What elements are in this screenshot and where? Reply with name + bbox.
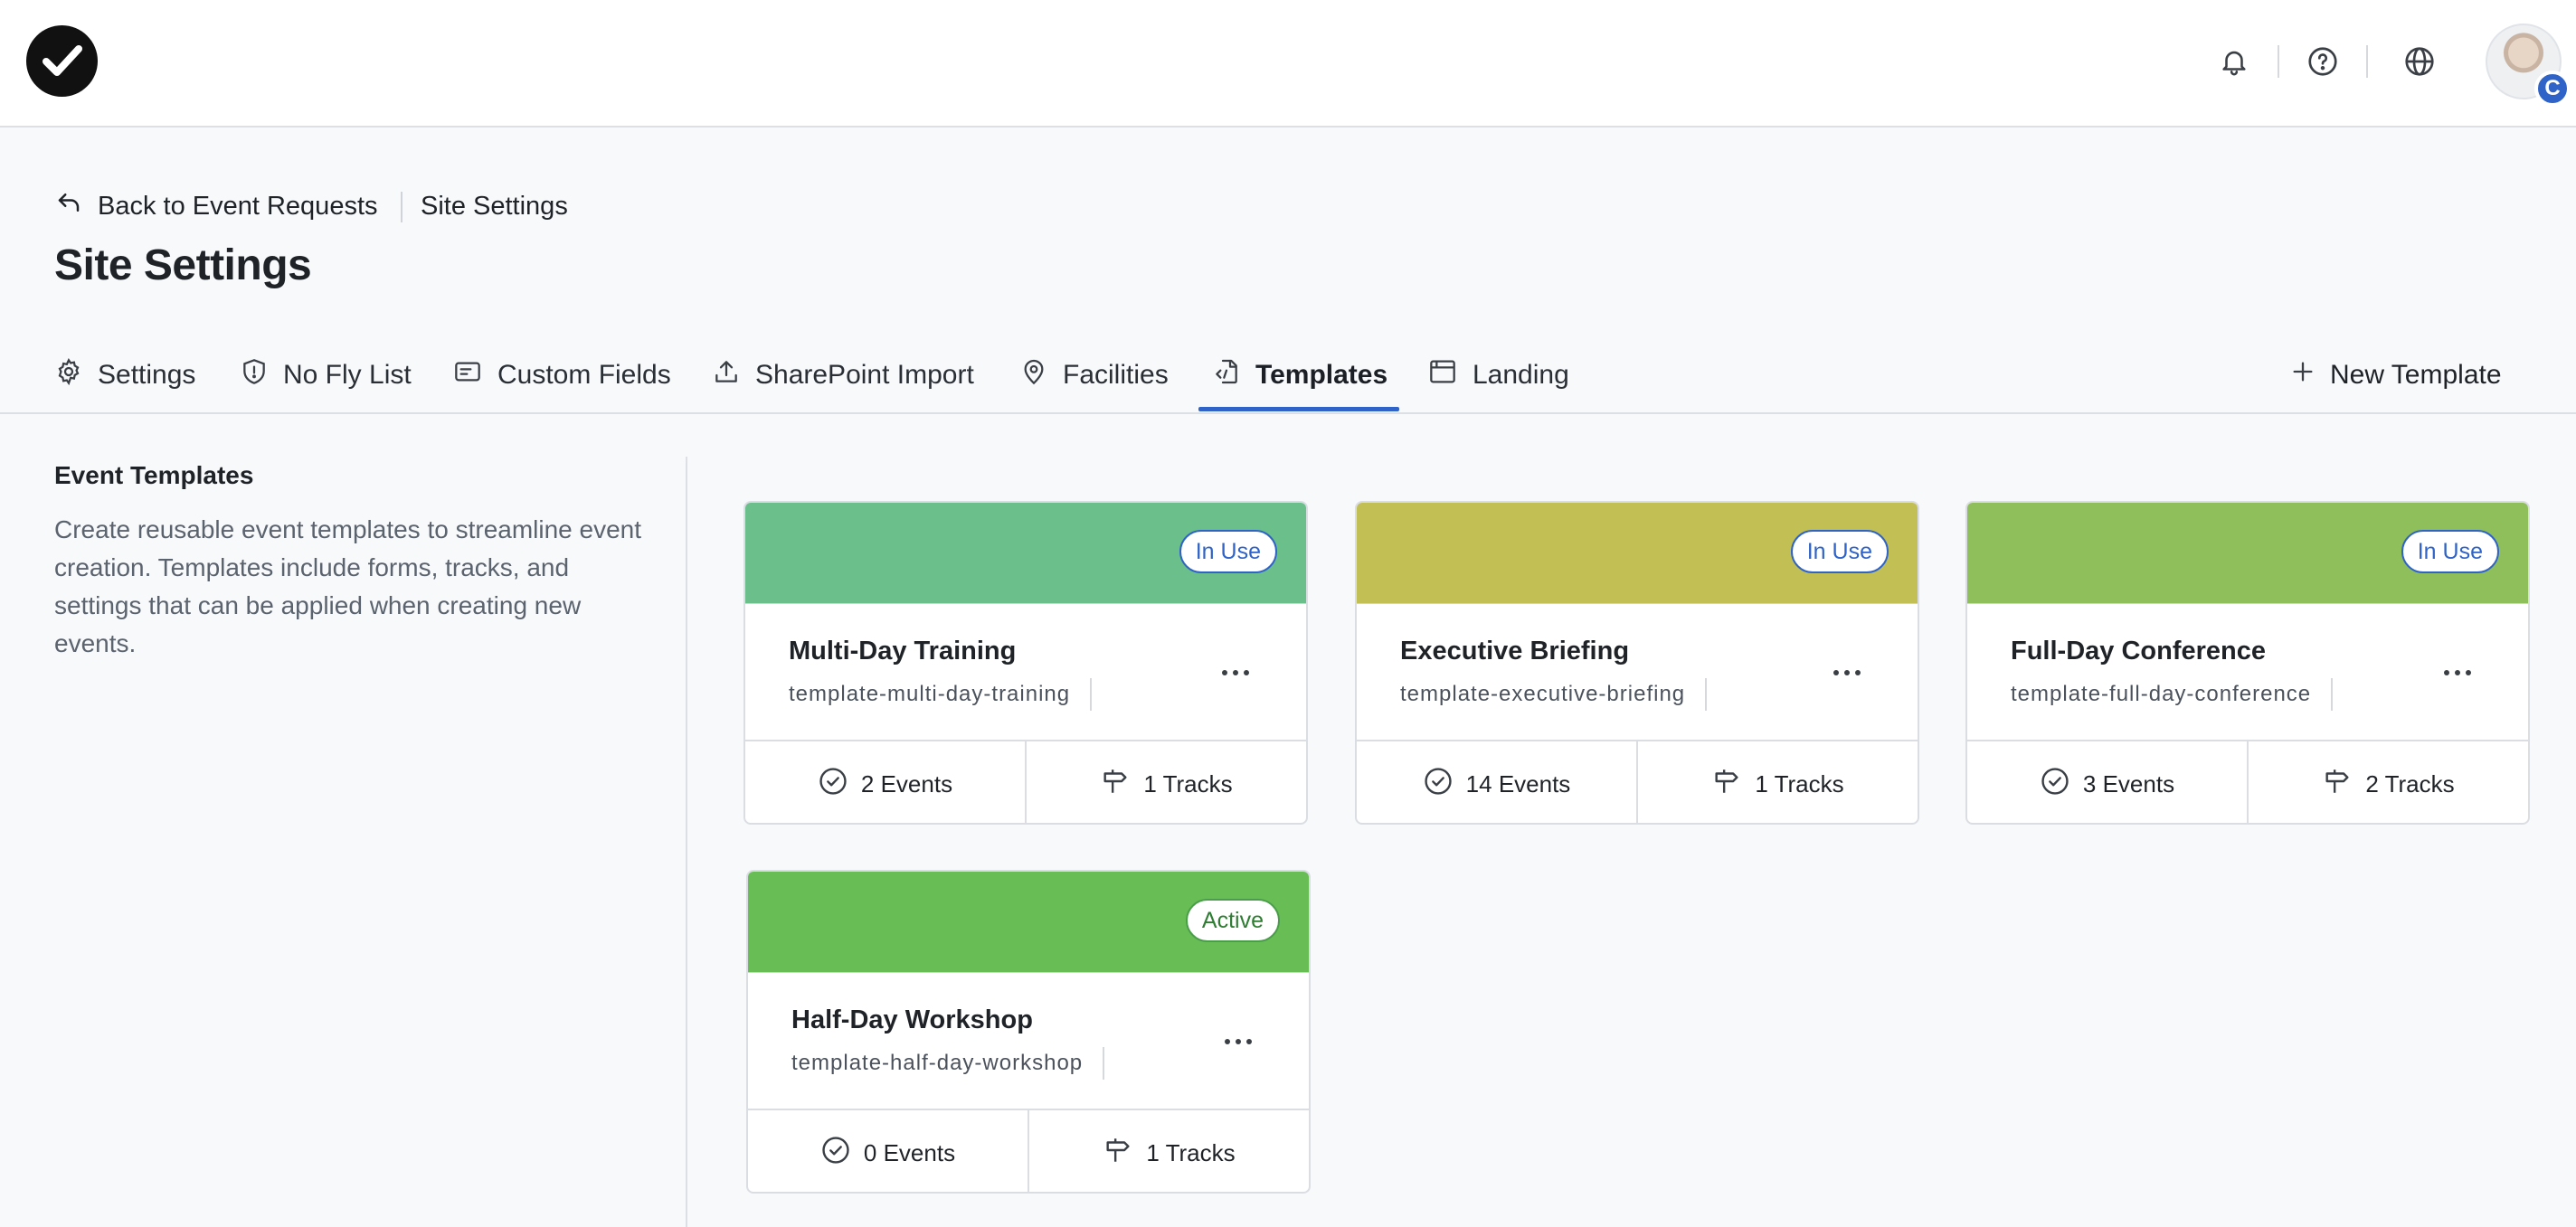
events-stat: 3 Events [1967,741,2247,823]
events-count: 2 Events [860,769,953,798]
template-name: Multi-Day Training [789,637,1017,665]
globe-icon[interactable] [2398,40,2441,83]
events-stat: 14 Events [1357,741,1636,823]
tab-no-fly-list[interactable]: No Fly List [240,335,412,414]
template-card[interactable]: In Use Executive Briefing template-execu… [1355,501,1919,825]
help-circle-icon[interactable] [2301,40,2344,83]
active-tab-indicator [1198,407,1399,411]
tab-label: Landing [1473,359,1569,390]
form-field-icon [452,357,483,393]
signpost-icon [2322,766,2353,803]
events-count: 0 Events [863,1138,956,1166]
header-divider [2366,45,2368,78]
back-to-event-requests-link[interactable]: Back to Event Requests [54,188,378,224]
back-link-label: Back to Event Requests [98,191,378,221]
check-circle-icon [2040,766,2070,803]
browser-window-icon [1427,357,1458,393]
tab-label: Templates [1255,359,1388,390]
checkmark-logo-icon[interactable] [26,25,98,97]
avatar-badge: C [2534,71,2571,107]
signpost-icon [1711,766,1742,803]
tab-label: SharePoint Import [755,359,974,390]
tab-label: Facilities [1063,359,1169,390]
map-pin-icon [1019,357,1048,393]
status-badge: In Use [2401,530,2499,573]
status-badge: Active [1185,899,1280,942]
check-circle-icon [1423,766,1454,803]
card-stats: 3 Events 2 Tracks [1967,740,2528,823]
tracks-count: 2 Tracks [2365,769,2455,798]
page-title: Site Settings [54,241,312,289]
tab-templates[interactable]: Templates [1212,335,1387,414]
events-stat: 0 Events [748,1110,1028,1192]
more-options-button[interactable] [1213,1025,1264,1058]
tab-label: Custom Fields [497,359,671,390]
tab-label: Settings [98,359,196,390]
card-stats: 14 Events 1 Tracks [1357,740,1918,823]
plus-icon [2290,359,2316,392]
card-stats: 0 Events 1 Tracks [748,1109,1309,1192]
settings-tabs: Settings No Fly List Custom Fields Share… [0,335,2576,414]
tracks-stat: 2 Tracks [2247,741,2528,823]
card-stats: 2 Events 1 Tracks [745,740,1306,823]
tracks-stat: 1 Tracks [1636,741,1918,823]
template-slug: template-half-day-workshop [791,1047,1105,1080]
template-slug: template-multi-day-training [789,678,1093,711]
tracks-count: 1 Tracks [1146,1138,1236,1166]
template-card[interactable]: In Use Full-Day Conference template-full… [1965,501,2530,825]
signpost-icon [1100,766,1131,803]
template-name: Full-Day Conference [2011,637,2266,665]
template-name: Half-Day Workshop [791,1005,1033,1034]
tracks-count: 1 Tracks [1143,769,1233,798]
more-options-button[interactable] [1822,656,1872,689]
vertical-divider [686,457,687,1227]
tracks-count: 1 Tracks [1755,769,1844,798]
breadcrumb-current: Site Settings [421,192,568,221]
template-slug: template-full-day-conference [2011,678,2334,711]
events-stat: 2 Events [745,741,1025,823]
tracks-stat: 1 Tracks [1028,1110,1309,1192]
template-card[interactable]: Active Half-Day Workshop template-half-d… [746,870,1311,1194]
tab-label: No Fly List [283,359,412,390]
section-title: Event Templates [54,461,254,489]
bell-icon[interactable] [2212,40,2256,83]
back-arrow-icon [54,189,83,223]
breadcrumb-divider [401,192,402,222]
header-divider [2278,45,2279,78]
tracks-stat: 1 Tracks [1025,741,1306,823]
tab-facilities[interactable]: Facilities [1019,335,1169,414]
shield-alert-icon [240,357,269,393]
gear-icon [54,357,83,393]
tab-landing[interactable]: Landing [1427,335,1569,414]
events-count: 14 Events [1465,769,1571,798]
upload-icon [712,357,741,393]
tab-custom-fields[interactable]: Custom Fields [452,335,671,414]
more-options-button[interactable] [2432,656,2483,689]
template-card[interactable]: In Use Multi-Day Training template-multi… [743,501,1308,825]
template-slug: template-executive-briefing [1400,678,1708,711]
tab-settings[interactable]: Settings [54,335,195,414]
signpost-icon [1103,1135,1133,1172]
new-template-button[interactable]: New Template [2290,335,2502,414]
tab-sharepoint-import[interactable]: SharePoint Import [712,335,974,414]
status-badge: In Use [1790,530,1889,573]
new-template-label: New Template [2330,359,2502,390]
template-name: Executive Briefing [1400,637,1630,665]
more-options-button[interactable] [1210,656,1261,689]
top-bar: C [0,0,2576,127]
section-description: Create reusable event templates to strea… [54,515,642,657]
check-circle-icon [818,766,848,803]
status-badge: In Use [1179,530,1277,573]
file-code-icon [1212,357,1241,393]
check-circle-icon [820,1135,851,1172]
events-count: 3 Events [2082,769,2175,798]
